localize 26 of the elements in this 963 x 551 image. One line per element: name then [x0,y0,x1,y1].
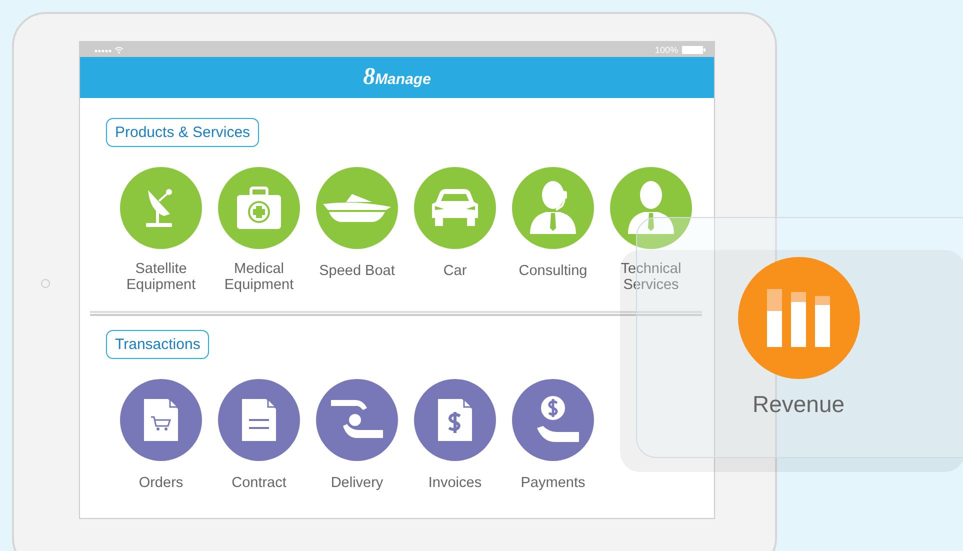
category-label: Satellite Equipment [125,261,197,293]
cart-document-icon [142,397,180,443]
section-title: Transactions [106,330,210,359]
app-logo: 8Manage [363,64,431,91]
speedboat-icon [322,192,392,224]
category-label: Delivery [330,475,384,491]
signal-wifi-icon [94,46,124,54]
support-agent-icon [528,180,578,236]
section-title: Products & Services [106,118,260,147]
car-icon [430,188,480,228]
battery-icon [682,46,706,54]
category-label: Speed Boat [318,263,396,279]
category-label: Payments [520,475,586,491]
document-icon [240,397,278,443]
person-icon [626,180,676,236]
category-label: Technical Services [620,261,682,293]
revenue-label: Revenue [752,391,845,418]
category-label: Car [442,263,468,279]
category-label: Invoices [427,475,483,491]
bar-chart-icon [766,289,830,347]
category-label: Medical Equipment [223,261,295,293]
medical-kit-icon [235,186,283,230]
category-label: Contract [230,475,288,491]
category-label: Orders [138,475,184,491]
invoice-icon [436,397,474,443]
category-label: Consulting [518,263,588,279]
